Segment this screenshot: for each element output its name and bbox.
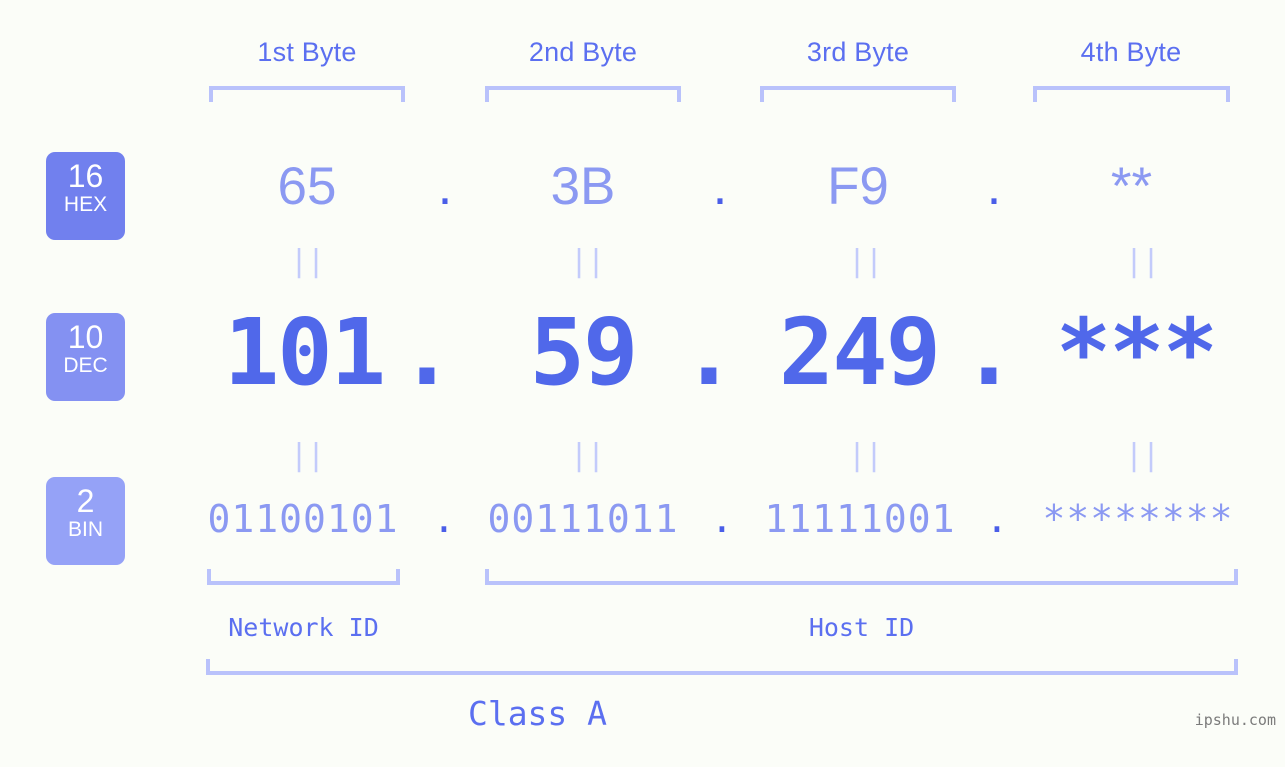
byte-header-3: 3rd Byte xyxy=(806,37,910,67)
equals-mark-hex-dec-2: || xyxy=(570,244,605,279)
hex-byte-1: 65 xyxy=(277,157,337,216)
hex-separator-3: . xyxy=(986,157,1002,216)
byte-header-4: 4th Byte xyxy=(1080,37,1182,67)
hex-byte-2: 3B xyxy=(550,157,616,216)
equals-mark-dec-bin-1: || xyxy=(290,438,325,473)
network-id-label: Network ID xyxy=(228,613,379,642)
dec-separator-2: . xyxy=(681,299,736,406)
host-id-label: Host ID xyxy=(808,613,915,642)
byte-bracket-3 xyxy=(760,86,956,102)
equals-mark-dec-bin-4: || xyxy=(1125,438,1160,473)
bin-separator-2: . xyxy=(710,497,734,541)
equals-mark-hex-dec-4: || xyxy=(1125,244,1160,279)
class-label: Class A xyxy=(467,694,608,733)
equals-mark-hex-dec-1: || xyxy=(290,244,325,279)
base-badge-hex-abbr: HEX xyxy=(63,193,108,216)
base-badge-hex: 16 HEX xyxy=(46,152,125,240)
hex-separator-2: . xyxy=(712,157,728,216)
bin-separator-1: . xyxy=(432,497,456,541)
class-bracket xyxy=(206,659,1238,675)
dec-byte-1: 101 xyxy=(223,299,386,406)
base-badge-hex-number: 16 xyxy=(67,158,104,194)
dec-separator-3: . xyxy=(961,299,1016,406)
ip-address-breakdown-diagram: 1st Byte 2nd Byte 3rd Byte 4th Byte 16 H… xyxy=(0,0,1285,767)
dec-byte-4: *** xyxy=(1055,299,1218,406)
hex-separator-1: . xyxy=(437,157,453,216)
byte-bracket-4 xyxy=(1033,86,1230,102)
host-id-bracket xyxy=(485,569,1238,585)
bin-byte-1: 01100101 xyxy=(207,497,399,541)
equals-mark-dec-bin-2: || xyxy=(570,438,605,473)
equals-mark-hex-dec-3: || xyxy=(848,244,883,279)
hex-byte-4: ** xyxy=(1110,157,1153,216)
bin-byte-4: ******** xyxy=(1042,497,1234,541)
base-badge-dec: 10 DEC xyxy=(46,313,125,401)
bin-byte-2: 00111011 xyxy=(487,497,679,541)
dec-byte-3: 249 xyxy=(778,299,941,406)
dec-separator-1: . xyxy=(399,299,454,406)
base-badge-bin: 2 BIN xyxy=(46,477,125,565)
bin-separator-3: . xyxy=(985,497,1009,541)
byte-header-2: 2nd Byte xyxy=(528,37,638,67)
network-id-bracket xyxy=(207,569,400,585)
bin-byte-3: 11111001 xyxy=(764,497,956,541)
base-badge-dec-abbr: DEC xyxy=(63,354,108,377)
dec-byte-2: 59 xyxy=(529,299,639,406)
byte-header-1: 1st Byte xyxy=(257,37,357,67)
base-badge-bin-number: 2 xyxy=(76,483,95,519)
base-badge-dec-number: 10 xyxy=(67,319,104,355)
base-badge-bin-abbr: BIN xyxy=(67,518,103,541)
hex-byte-3: F9 xyxy=(827,157,889,216)
byte-bracket-2 xyxy=(485,86,681,102)
equals-mark-dec-bin-3: || xyxy=(848,438,883,473)
watermark: ipshu.com xyxy=(1194,711,1276,729)
byte-bracket-1 xyxy=(209,86,405,102)
